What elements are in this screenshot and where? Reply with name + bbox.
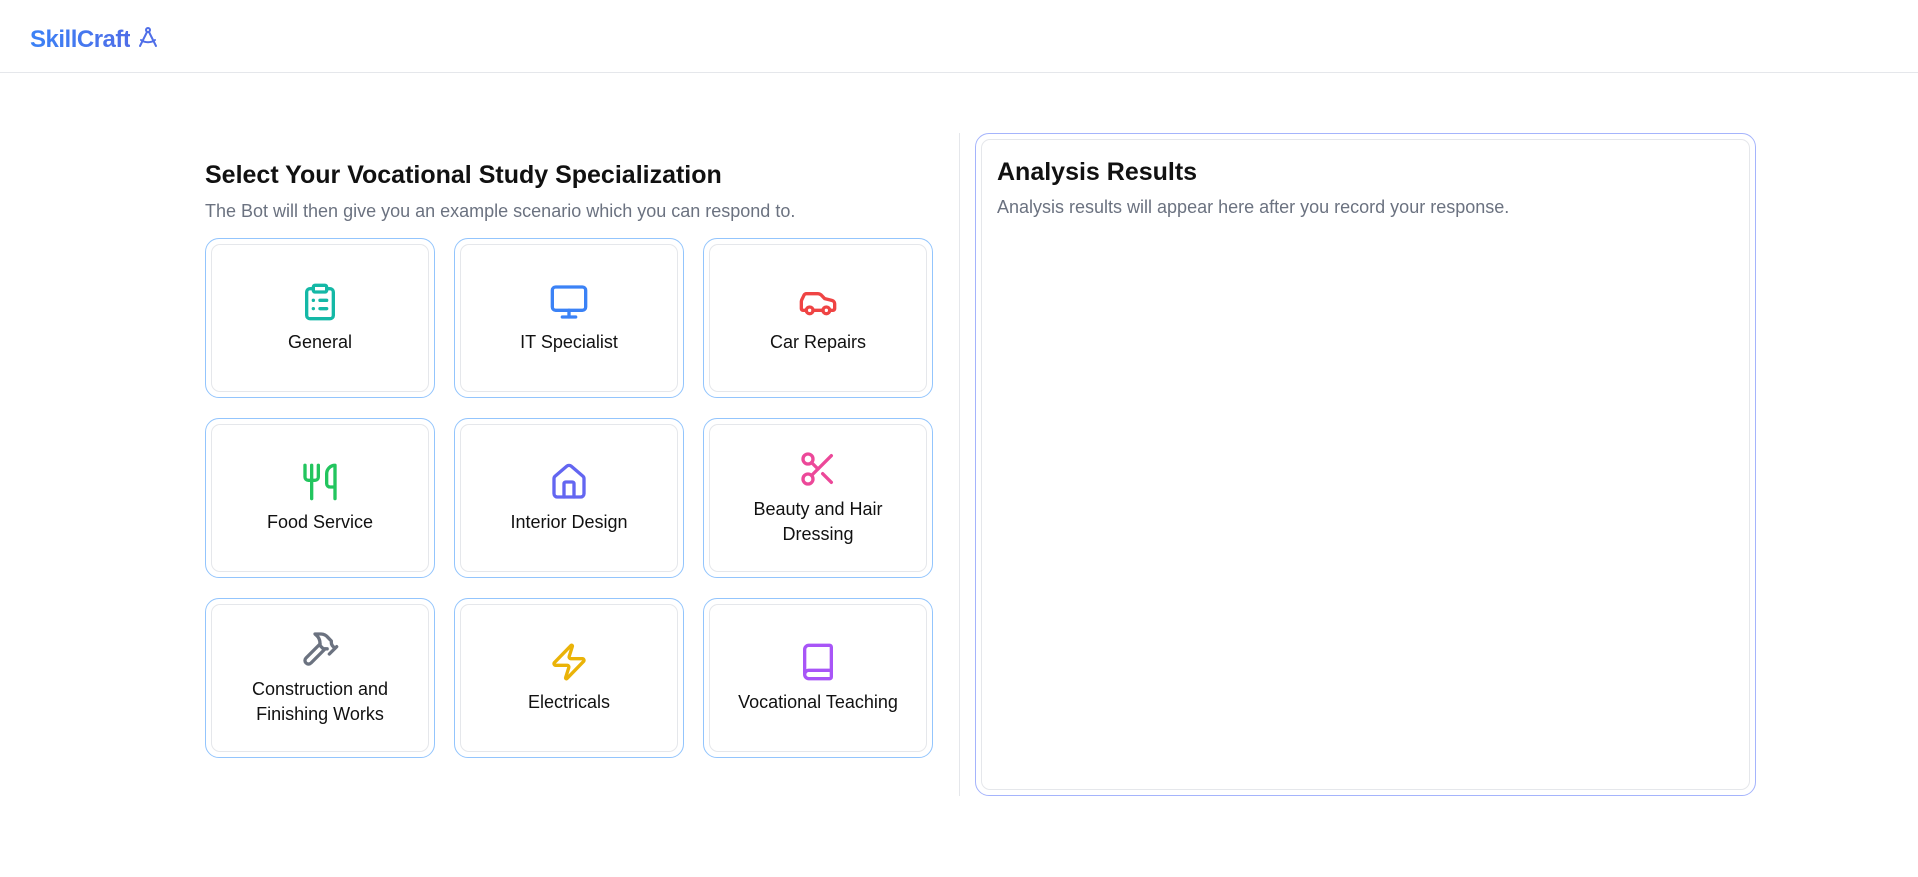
hammer-icon	[303, 632, 339, 666]
specialization-panel: Select Your Vocational Study Specializat…	[205, 160, 935, 222]
utensils-icon	[303, 463, 337, 500]
zap-icon	[552, 643, 586, 680]
results-placeholder-text: Analysis results will appear here after …	[997, 197, 1510, 217]
specialization-card-it-specialist[interactable]: IT Specialist	[454, 238, 684, 398]
specialization-grid: General IT Specialist Car Repairs Food S…	[205, 238, 933, 758]
analysis-results-panel: Analysis Results Analysis results will a…	[975, 133, 1756, 796]
specialization-card-general[interactable]: General	[205, 238, 435, 398]
specialization-label: Car Repairs	[769, 331, 867, 352]
specialization-card-beauty-hair[interactable]: Beauty and Hair Dressing	[703, 418, 933, 578]
home-icon	[552, 463, 586, 499]
page-title: Select Your Vocational Study Specializat…	[205, 161, 722, 189]
specialization-card-food-service[interactable]: Food Service	[205, 418, 435, 578]
specialization-card-vocational-teaching[interactable]: Vocational Teaching	[703, 598, 933, 758]
specialization-label: General	[287, 331, 353, 352]
scissors-icon	[801, 452, 833, 486]
specialization-label: Vocational Teaching	[738, 691, 898, 712]
monitor-icon	[550, 284, 588, 319]
compass-drafting-icon	[139, 27, 158, 47]
brand-logo-link[interactable]: SkillCraft	[30, 26, 160, 54]
specialization-label: Electricals	[527, 691, 611, 712]
specialization-card-interior-design[interactable]: Interior Design	[454, 418, 684, 578]
book-icon	[803, 643, 833, 680]
specialization-label: Food Service	[266, 511, 374, 532]
specialization-label: IT Specialist	[520, 331, 618, 352]
specialization-card-electricals[interactable]: Electricals	[454, 598, 684, 758]
specialization-label: Construction and Finishing Works	[251, 679, 389, 724]
top-navigation-bar: SkillCraft	[0, 0, 1918, 73]
results-title: Analysis Results	[997, 158, 1198, 186]
page-subtitle: The Bot will then give you an example sc…	[205, 201, 796, 221]
specialization-card-car-repairs[interactable]: Car Repairs	[703, 238, 933, 398]
car-icon	[799, 291, 837, 315]
specialization-label: Interior Design	[510, 511, 628, 532]
specialization-label: Beauty and Hair Dressing	[753, 499, 883, 544]
panel-divider	[959, 133, 960, 796]
specialization-card-construction[interactable]: Construction and Finishing Works	[205, 598, 435, 758]
brand-name: SkillCraft	[30, 26, 131, 53]
clipboard-list-icon	[305, 283, 335, 320]
